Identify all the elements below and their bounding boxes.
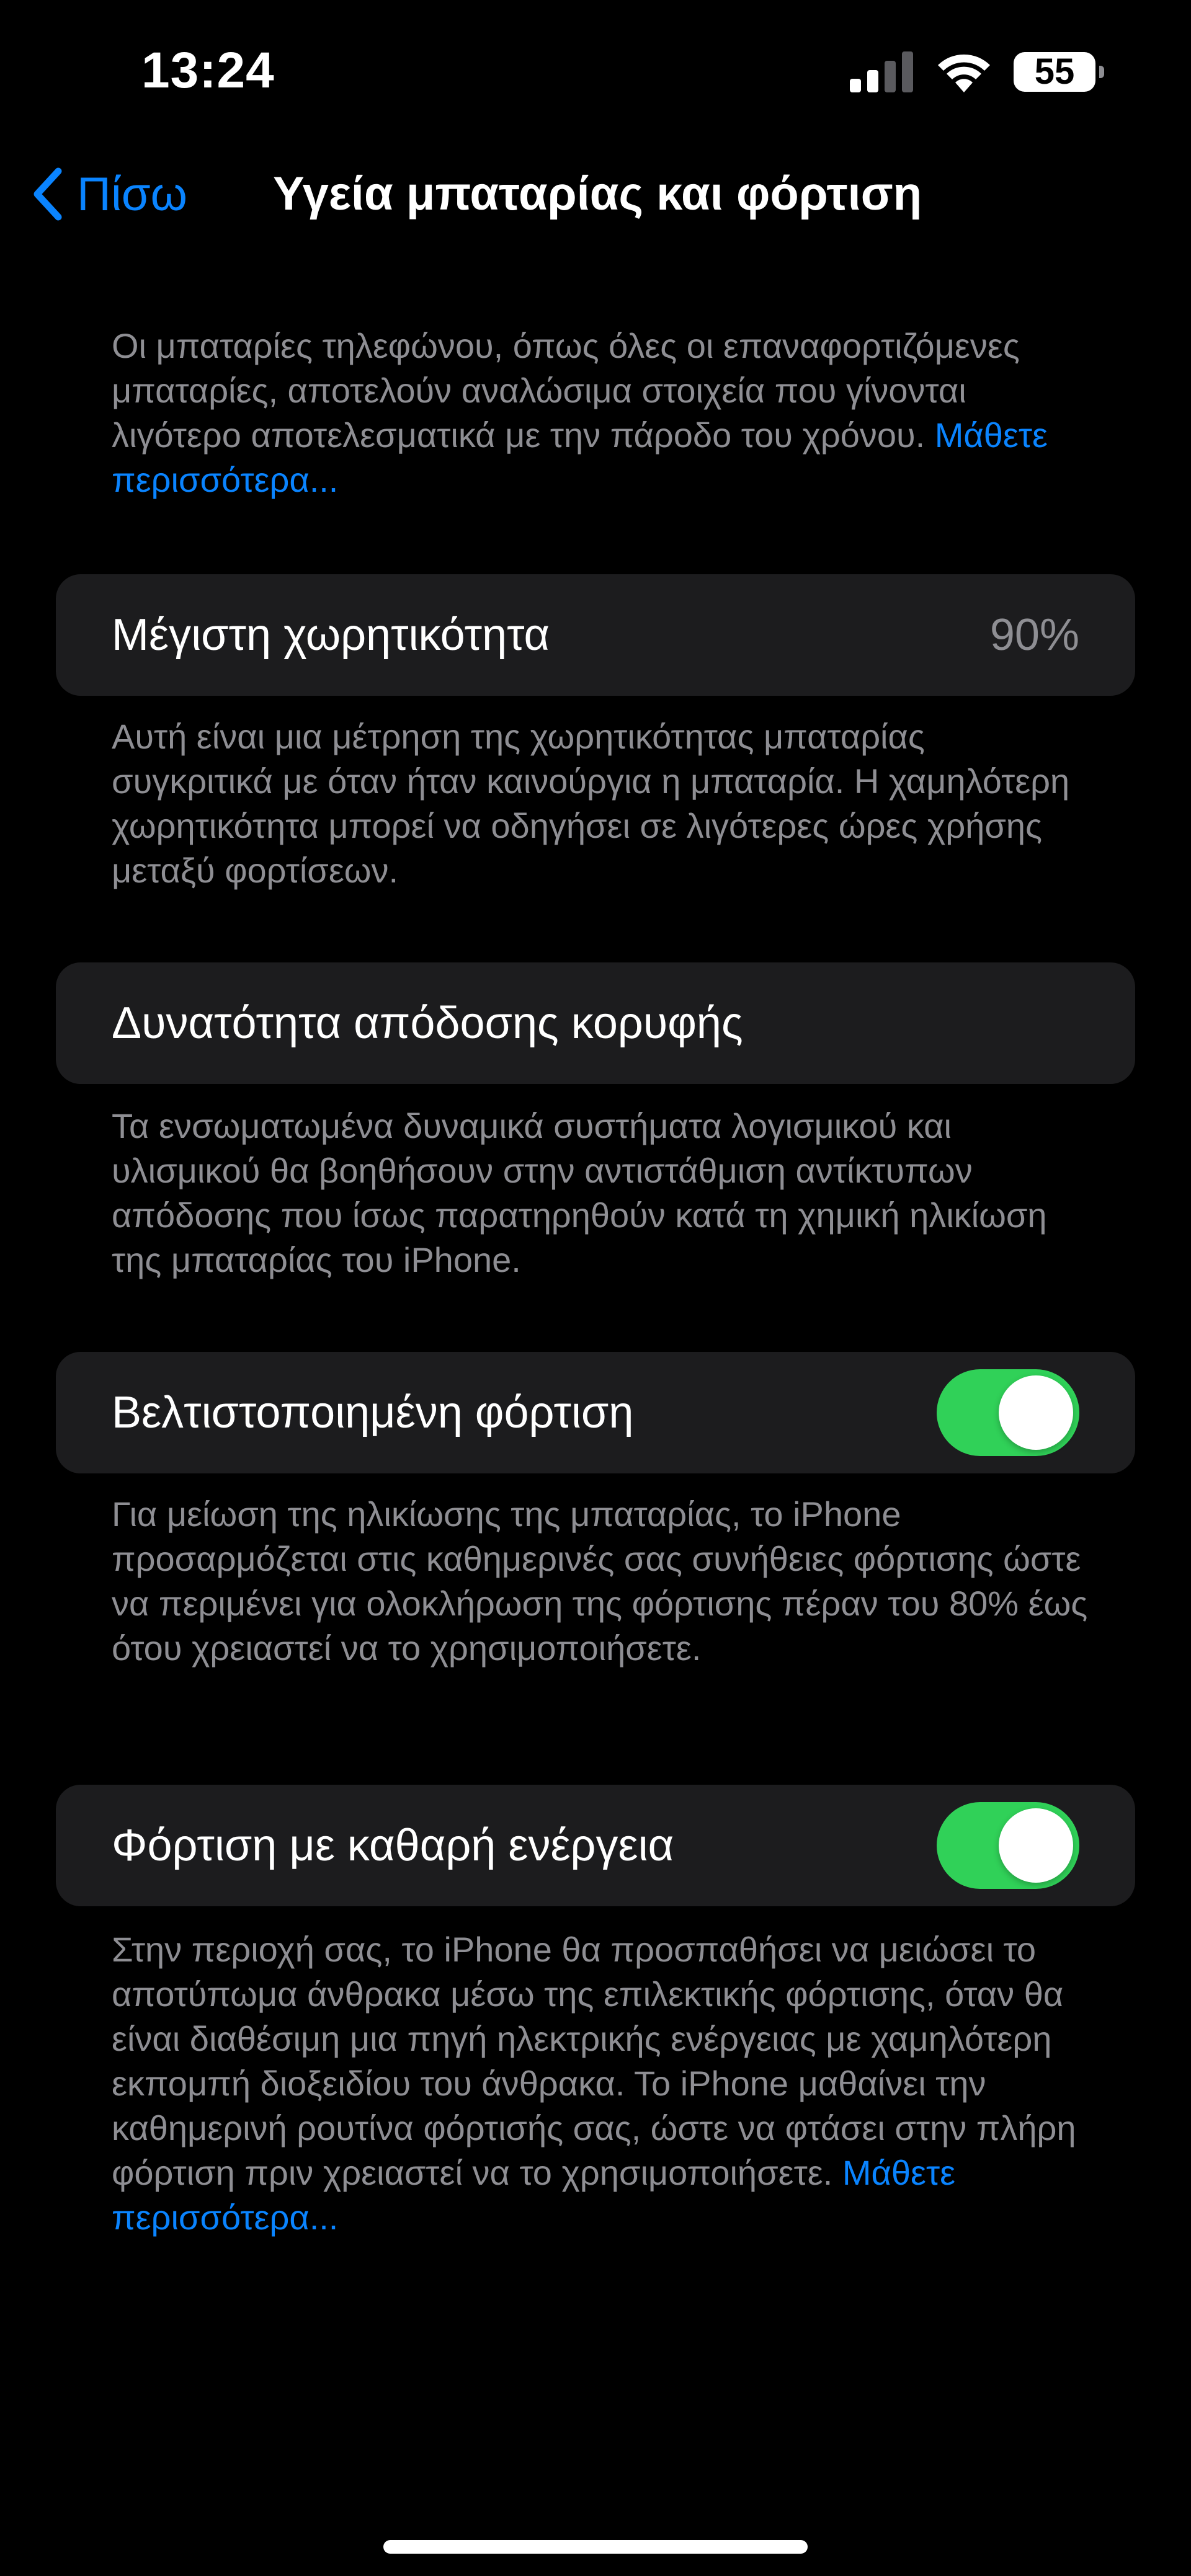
clean-energy-row: Φόρτιση με καθαρή ενέργεια <box>56 1785 1135 1906</box>
status-icons: 55 <box>850 47 1104 97</box>
optimized-charging-label: Βελτιστοποιημένη φόρτιση <box>112 1388 634 1437</box>
toggle-knob <box>999 1375 1073 1450</box>
back-button[interactable]: Πίσω <box>32 160 187 228</box>
battery-icon: 55 <box>1014 51 1104 92</box>
page-title: Υγεία μπαταρίας και φόρτιση <box>273 167 922 220</box>
intro-description: Οι μπαταρίες τηλεφώνου, όπως όλες οι επα… <box>112 324 1092 502</box>
chevron-left-icon <box>33 167 62 221</box>
clean-energy-toggle[interactable] <box>937 1802 1079 1889</box>
optimized-charging-footnote: Για μείωση της ηλικίωσης της μπαταρίας, … <box>112 1495 1088 1668</box>
max-capacity-row: Μέγιστη χωρητικότητα 90% <box>56 574 1135 696</box>
clean-energy-label: Φόρτιση με καθαρή ενέργεια <box>112 1821 674 1870</box>
status-time: 13:24 <box>141 42 275 99</box>
wifi-icon <box>938 54 990 92</box>
battery-level: 55 <box>1034 51 1075 92</box>
max-capacity-footnote: Αυτή είναι μια μέτρηση της χωρητικότητας… <box>112 717 1070 890</box>
optimized-charging-row: Βελτιστοποιημένη φόρτιση <box>56 1352 1135 1473</box>
toggle-knob <box>999 1808 1073 1883</box>
back-label: Πίσω <box>77 167 188 221</box>
peak-performance-row: Δυνατότητα απόδοσης κορυφής <box>56 962 1135 1084</box>
peak-performance-label: Δυνατότητα απόδοσης κορυφής <box>112 998 743 1048</box>
clean-energy-footnote: Στην περιοχή σας, το iPhone θα προσπαθήσ… <box>112 1927 1092 2240</box>
optimized-charging-toggle[interactable] <box>937 1369 1079 1456</box>
max-capacity-label: Μέγιστη χωρητικότητα <box>112 610 550 660</box>
home-indicator[interactable] <box>383 2540 808 2554</box>
cellular-signal-icon <box>850 51 913 92</box>
max-capacity-value: 90% <box>989 610 1079 660</box>
intro-text: Οι μπαταρίες τηλεφώνου, όπως όλες οι επα… <box>112 326 1020 455</box>
peak-performance-footnote: Τα ενσωματωμένα δυναμικά συστήματα λογισ… <box>112 1106 1047 1279</box>
